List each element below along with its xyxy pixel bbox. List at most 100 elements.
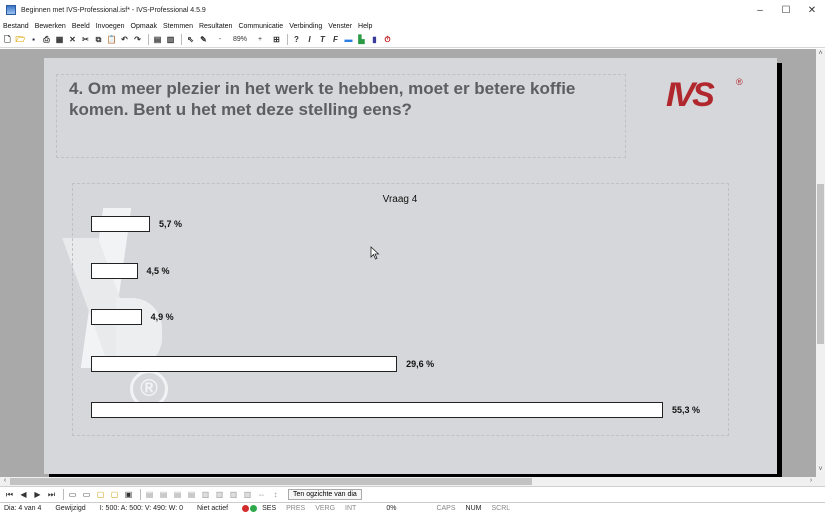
f-button[interactable]: F xyxy=(330,34,341,46)
horizontal-scroll-thumb[interactable] xyxy=(10,478,532,485)
menu-invoegen[interactable]: Invoegen xyxy=(96,23,125,30)
layout-icon[interactable]: ▤ xyxy=(172,490,183,499)
info-i-button[interactable]: I xyxy=(304,34,315,46)
zoom-in-button[interactable]: + xyxy=(251,34,269,46)
zoom-level[interactable]: 89% xyxy=(231,34,249,46)
int-indicator: INT xyxy=(345,505,357,512)
normal-view-icon[interactable]: ▢ xyxy=(95,490,106,499)
timer-icon[interactable]: ⏱ xyxy=(382,34,393,46)
menu-verbinding[interactable]: Verbinding xyxy=(289,23,322,30)
layout-icon[interactable]: ▥ xyxy=(214,490,225,499)
vertical-scroll-thumb[interactable] xyxy=(817,184,824,344)
print-icon[interactable]: ⎙ xyxy=(41,34,52,46)
menu-venster[interactable]: Venster xyxy=(328,23,352,30)
slide-sorter-icon[interactable]: ▭ xyxy=(81,490,92,499)
pointer-icon[interactable]: ⇖ xyxy=(185,34,196,46)
help-question-button[interactable]: ? xyxy=(291,34,302,46)
t-button[interactable]: T xyxy=(317,34,328,46)
align-left-icon[interactable]: ▤ xyxy=(152,34,163,46)
copy-icon[interactable]: ⧉ xyxy=(93,34,104,46)
layout-icon[interactable]: ▥ xyxy=(242,490,253,499)
chart-bar-label: 29,6 % xyxy=(406,358,435,369)
view-slide-button[interactable]: Ten ogzichte van dia xyxy=(288,489,362,500)
layout-icon[interactable]: ▤ xyxy=(158,490,169,499)
bar-chart-icon[interactable]: ▮ xyxy=(369,34,380,46)
pres-indicator: PRES xyxy=(286,505,306,512)
app-icon xyxy=(6,5,16,15)
toolbar: 🗋 🗁 ▪ ⎙ ▦ ✕ ✂ ⧉ 📋 ↶ ↷ ▤ ▥ ⇖ ✎ - 89% + ⊞ … xyxy=(0,32,825,48)
chart-bar[interactable] xyxy=(91,402,663,418)
scroll-right-icon[interactable]: › xyxy=(806,477,816,486)
vertical-scrollbar[interactable]: ˄ ˅ xyxy=(816,49,825,477)
last-slide-button[interactable]: ⏭ xyxy=(46,490,57,500)
chart-bar[interactable] xyxy=(91,309,142,325)
paste-icon[interactable]: 📋 xyxy=(106,34,117,46)
notes-view-icon[interactable]: ▣ xyxy=(123,490,134,499)
chart-colors-icon[interactable]: ▬ xyxy=(343,34,354,46)
caps-indicator: CAPS xyxy=(436,505,456,512)
nav-separator xyxy=(63,489,64,500)
menu-help[interactable]: Help xyxy=(358,23,372,30)
num-indicator: NUM xyxy=(465,505,482,512)
menu-beeld[interactable]: Beeld xyxy=(72,23,90,30)
close-button[interactable]: ✕ xyxy=(799,0,825,20)
verg-indicator: VERG xyxy=(315,505,336,512)
menu-bestand[interactable]: Bestand xyxy=(3,23,29,30)
menu-communicatie[interactable]: Communicatie xyxy=(238,23,283,30)
scrollbar-corner xyxy=(816,477,825,486)
slide-position: Dia: 4 van 4 xyxy=(4,505,42,512)
first-slide-button[interactable]: ⏮ xyxy=(4,490,15,500)
scroll-down-icon[interactable]: ˅ xyxy=(816,466,825,476)
layout-icon[interactable]: ▤ xyxy=(144,490,155,499)
outline-view-icon[interactable]: ▢ xyxy=(109,490,120,499)
red-status-icon xyxy=(242,505,250,512)
scroll-up-icon[interactable]: ˄ xyxy=(816,50,825,60)
cut-icon[interactable]: ✂ xyxy=(80,34,91,46)
fit-icon[interactable]: ⊞ xyxy=(271,34,282,46)
layout-icon[interactable]: ▥ xyxy=(200,490,211,499)
menu-stemmen[interactable]: Stemmen xyxy=(163,23,193,30)
delete-icon[interactable]: ✕ xyxy=(67,34,78,46)
vote-counts: I: 500: A: 500: V: 490: W: 0 xyxy=(99,505,183,512)
menu-bewerken[interactable]: Bewerken xyxy=(35,23,66,30)
save-icon[interactable]: ▪ xyxy=(28,34,39,46)
ses-indicator: SES xyxy=(262,505,277,512)
scroll-left-icon[interactable]: ‹ xyxy=(0,477,10,486)
slide-navigation-bar: ⏮ ◀ ▶ ⏭ ▭ ▭ ▢ ▢ ▣ ▤ ▤ ▤ ▤ ▥ ▥ ▥ ▥ ⇔ ↕ Te… xyxy=(0,486,825,502)
slider-icon[interactable]: ⇔ xyxy=(256,490,267,499)
menu-resultaten[interactable]: Resultaten xyxy=(199,23,232,30)
slide-view-icon[interactable]: ▭ xyxy=(67,490,78,499)
toolbar-separator xyxy=(148,34,149,45)
building-icon[interactable]: ▙ xyxy=(356,34,367,46)
new-file-icon[interactable]: 🗋 xyxy=(2,34,13,46)
menu-opmaak[interactable]: Opmaak xyxy=(131,23,157,30)
slide-canvas[interactable]: ® 4. Om meer plezier in het werk te hebb… xyxy=(44,58,777,474)
title-bar[interactable]: Beginnen met IVS-Professional.isf* - IVS… xyxy=(0,0,825,20)
layout-icon[interactable]: ▤ xyxy=(186,490,197,499)
layout-icon[interactable]: ▥ xyxy=(228,490,239,499)
maximize-button[interactable]: ☐ xyxy=(773,0,799,20)
mouse-cursor-icon xyxy=(370,246,380,260)
pen-icon[interactable]: ✎ xyxy=(198,34,209,46)
open-folder-icon[interactable]: 🗁 xyxy=(15,34,26,46)
previous-slide-button[interactable]: ◀ xyxy=(18,490,29,499)
adjust-icon[interactable]: ↕ xyxy=(270,490,281,499)
zoom-out-button[interactable]: - xyxy=(211,34,229,46)
undo-icon[interactable]: ↶ xyxy=(119,34,130,46)
chart-bar[interactable] xyxy=(91,355,398,372)
question-text: 4. Om meer plezier in het werk te hebben… xyxy=(69,79,576,119)
minimize-button[interactable]: – xyxy=(747,0,773,20)
chart-bar[interactable] xyxy=(91,216,150,232)
modified-status: Gewijzigd xyxy=(55,505,86,512)
next-slide-button[interactable]: ▶ xyxy=(32,490,43,499)
chart-bar[interactable] xyxy=(91,262,138,279)
redo-icon[interactable]: ↷ xyxy=(132,34,143,46)
logo-registered-mark: ® xyxy=(736,77,743,87)
align-right-icon[interactable]: ▥ xyxy=(165,34,176,46)
slide-workspace: ® 4. Om meer plezier in het werk te hebb… xyxy=(0,49,816,477)
green-status-icon xyxy=(250,505,258,512)
properties-icon[interactable]: ▦ xyxy=(54,34,65,46)
chart-bar-label: 4,5 % xyxy=(146,265,170,276)
menu-bar: Bestand Bewerken Beeld Invoegen Opmaak S… xyxy=(0,20,825,32)
horizontal-scrollbar[interactable]: ‹ › xyxy=(0,477,816,486)
